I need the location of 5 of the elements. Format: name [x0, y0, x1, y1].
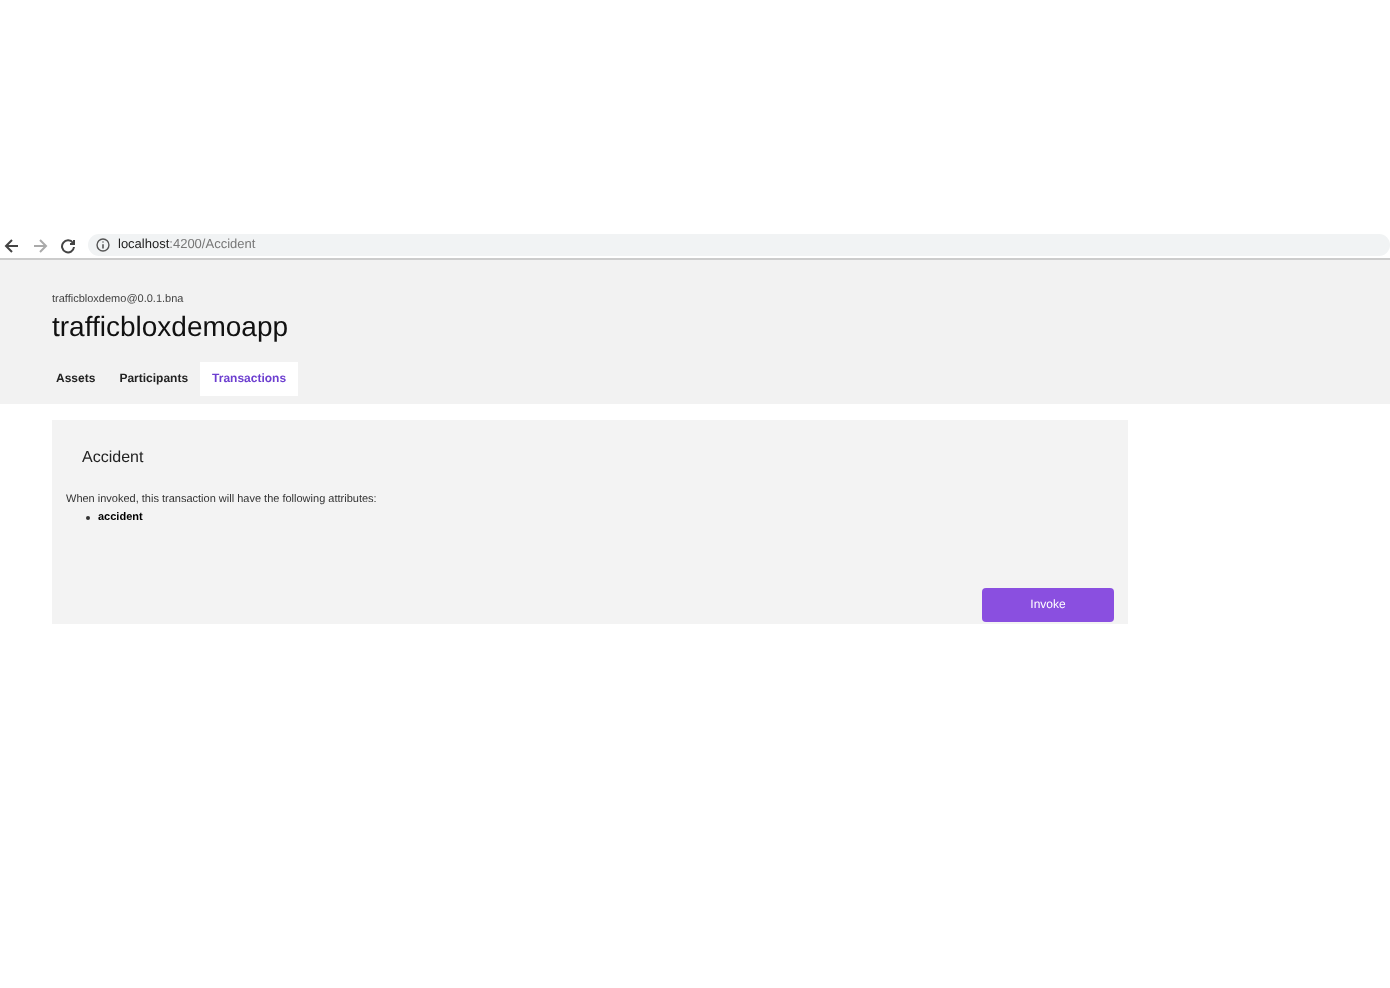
card-title: Accident [82, 448, 146, 466]
app-title: trafficbloxdemoapp [52, 310, 291, 342]
info-icon [96, 238, 110, 252]
back-arrow-icon[interactable] [4, 237, 20, 253]
reload-icon[interactable] [60, 237, 76, 253]
